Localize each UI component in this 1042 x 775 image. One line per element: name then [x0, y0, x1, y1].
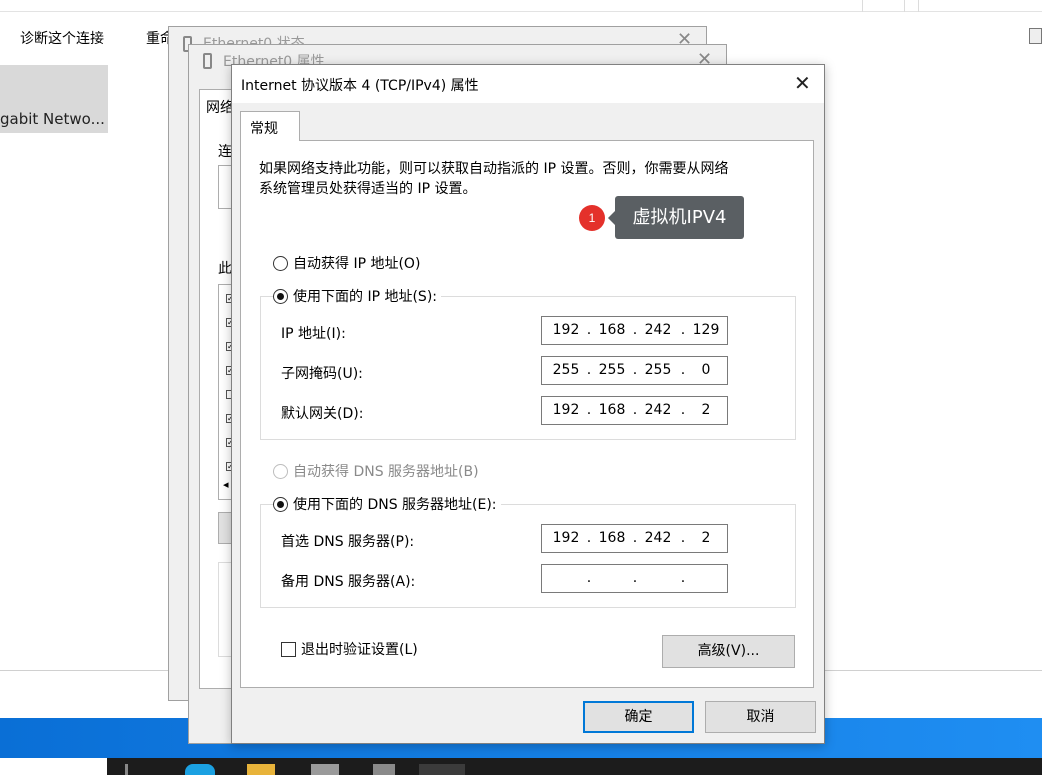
file-explorer-icon[interactable] [247, 764, 275, 775]
alternate-dns-input[interactable]: . . . [541, 564, 728, 593]
taskbar-divider [125, 764, 128, 775]
validate-settings-label: 退出时验证设置(L) [301, 642, 418, 658]
ip-octet: 0 [701, 362, 711, 378]
ip-octet: 192 [552, 402, 580, 418]
subnet-mask-label: 子网掩码(U): [281, 366, 363, 382]
radio-button [273, 463, 288, 479]
ip-octet: 192 [552, 322, 580, 338]
ip-octet: 255 [552, 362, 580, 378]
network-adapter-tile[interactable]: gabit Netwo... [0, 65, 108, 133]
diagnose-connection-button[interactable]: 诊断这个连接 [20, 28, 104, 48]
radio-button[interactable] [273, 288, 288, 304]
checkbox-box[interactable] [281, 641, 296, 657]
scroll-left-icon[interactable]: ◂ [223, 478, 229, 491]
ip-octet: 242 [644, 530, 672, 546]
ok-button[interactable]: 确定 [583, 701, 694, 733]
networking-tab[interactable]: 网络 [206, 97, 234, 117]
settings-app-icon[interactable] [373, 764, 395, 775]
ip-octet: 2 [701, 530, 711, 546]
ip-address-label: IP 地址(I): [281, 326, 346, 342]
alternate-dns-label: 备用 DNS 服务器(A): [281, 574, 416, 590]
gateway-label: 默认网关(D): [281, 406, 364, 422]
cancel-button[interactable]: 取消 [705, 701, 816, 733]
description-line: 如果网络支持此功能，则可以获取自动指派的 IP 设置。否则，你需要从网络 [259, 161, 729, 177]
adapter-field [218, 165, 232, 209]
network-connections-taskbar-icon[interactable] [419, 764, 465, 775]
auto-ip-radio[interactable]: 自动获得 IP 地址(O) [273, 253, 425, 273]
top-bar-separator [918, 0, 919, 12]
auto-dns-label: 自动获得 DNS 服务器地址(B) [293, 464, 479, 480]
adapter-name: gabit Netwo... [0, 110, 105, 128]
ip-octet: 168 [598, 530, 626, 546]
validate-settings-checkbox[interactable]: 退出时验证设置(L) [281, 639, 418, 659]
ip-octet: 129 [692, 322, 720, 338]
ip-octet: 255 [644, 362, 672, 378]
components-label: 此 [218, 261, 232, 277]
auto-ip-label: 自动获得 IP 地址(O) [293, 256, 421, 272]
ip-octet: 242 [644, 402, 672, 418]
view-options-icon[interactable] [1029, 28, 1042, 44]
manual-dns-label: 使用下面的 DNS 服务器地址(E): [293, 497, 497, 513]
manual-ip-label: 使用下面的 IP 地址(S): [293, 289, 437, 305]
radio-button[interactable] [273, 255, 288, 271]
preferred-dns-label: 首选 DNS 服务器(P): [281, 534, 415, 550]
description-box [218, 562, 232, 657]
ip-address-input[interactable]: 192. 168. 242. 129 [541, 316, 728, 345]
top-bar-separator [862, 0, 863, 12]
top-bar-separator [904, 0, 905, 12]
edge-browser-icon[interactable] [185, 764, 215, 775]
annotation-badge: 1 [579, 205, 605, 231]
install-button[interactable] [218, 512, 232, 544]
ip-octet: 255 [598, 362, 626, 378]
manual-ip-radio[interactable]: 使用下面的 IP 地址(S): [273, 286, 441, 306]
tab-general-label: 常规 [250, 121, 278, 137]
dialog-title: Internet 协议版本 4 (TCP/IPv4) 属性 [241, 78, 479, 94]
ipv4-properties-dialog: Internet 协议版本 4 (TCP/IPv4) 属性 ✕ 常规 如果网络支… [231, 64, 825, 744]
taskbar [107, 758, 1042, 775]
annotation-callout: 虚拟机IPV4 [608, 196, 744, 239]
gateway-input[interactable]: 192. 168. 242. 2 [541, 396, 728, 425]
ip-octet: 242 [644, 322, 672, 338]
ip-octet: 2 [701, 402, 711, 418]
app-icon[interactable] [311, 764, 339, 775]
title-bar: Internet 协议版本 4 (TCP/IPv4) 属性 ✕ [232, 65, 824, 103]
advanced-button[interactable]: 高级(V)... [662, 635, 795, 668]
ip-octet: 192 [552, 530, 580, 546]
connect-using-label: 连 [218, 144, 232, 160]
close-icon[interactable]: ✕ [794, 71, 811, 95]
tab-general[interactable]: 常规 [240, 111, 300, 141]
subnet-mask-input[interactable]: 255. 255. 255. 0 [541, 356, 728, 385]
auto-dns-radio: 自动获得 DNS 服务器地址(B) [273, 461, 483, 481]
explorer-top-bar [0, 0, 1042, 12]
radio-button[interactable] [273, 496, 288, 512]
ip-octet: 168 [598, 402, 626, 418]
description-text: 如果网络支持此功能，则可以获取自动指派的 IP 设置。否则，你需要从网络 系统管… [259, 159, 799, 199]
manual-dns-radio[interactable]: 使用下面的 DNS 服务器地址(E): [273, 494, 501, 514]
ip-octet: 168 [598, 322, 626, 338]
preferred-dns-input[interactable]: 192. 168. 242. 2 [541, 524, 728, 553]
network-adapter-icon [203, 53, 212, 69]
